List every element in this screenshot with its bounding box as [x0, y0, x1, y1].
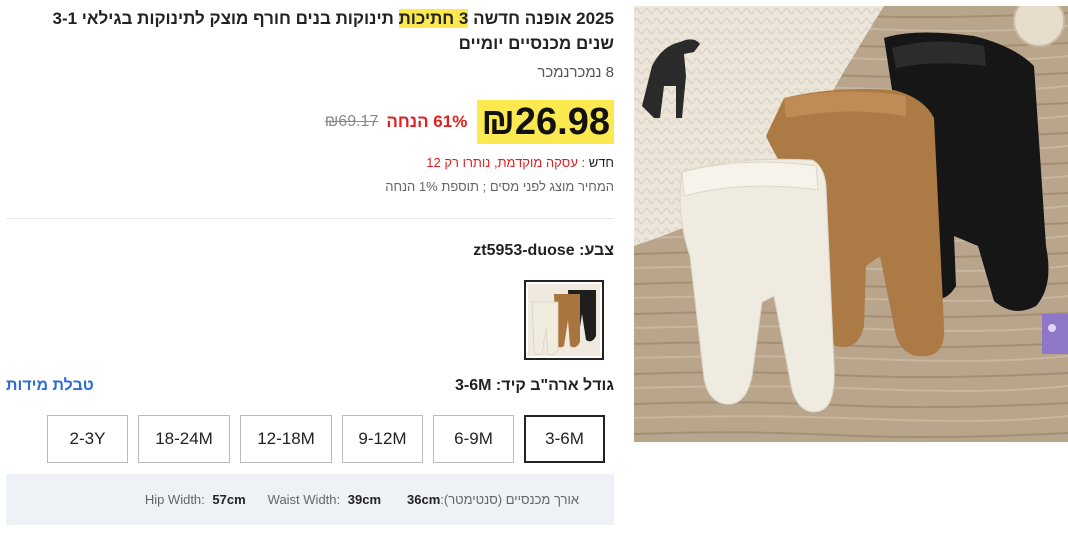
color-swatch[interactable]	[524, 280, 604, 360]
size-option-18-24m[interactable]: 18-24M	[138, 415, 230, 463]
hip-value: 57cm	[212, 492, 246, 507]
pants-thumbnail-icon	[528, 284, 600, 356]
product-title: 2025 אופנה חדשה 3 חתיכות תינוקות בנים חו…	[14, 6, 614, 56]
size-option-6-9m[interactable]: 6-9M	[433, 415, 514, 463]
promo-line: חדש : עסקה מוקדמת, נותרו רק 12	[426, 155, 614, 170]
length-value: 36cm	[407, 492, 441, 507]
product-image	[634, 6, 1068, 442]
current-price: ₪26.98	[477, 100, 614, 144]
hip-label: Hip Width:	[144, 492, 205, 507]
pants-length: אורך מכנסיים (סנטימטר):36cm	[403, 492, 579, 507]
waist-label: Waist Width:	[267, 492, 341, 507]
waist-value: 39cm	[347, 492, 382, 507]
title-part1: 2025 אופנה חדשה	[468, 9, 614, 28]
title-highlight: 3 חתיכות	[398, 9, 469, 28]
size-option-3-6m[interactable]: 3-6M	[524, 415, 605, 463]
original-price: ₪69.17	[324, 113, 379, 130]
tax-note: המחיר מוצג לפני מסים ; תוספת 1% הנחה	[385, 179, 614, 194]
price-row: ₪26.98 61% הנחה ₪69.17	[325, 100, 614, 144]
measurements-bar: Hip Width: 57cm Waist Width: 39cm אורך מ…	[6, 474, 614, 525]
promo-separator: :	[577, 155, 589, 170]
size-option-2-3y[interactable]: 2-3Y	[47, 415, 128, 463]
promo-tag: חדש	[588, 155, 614, 170]
size-label: גודל ארה"ב קיד: 3-6M	[455, 377, 614, 394]
size-options: 3-6M 6-9M 9-12M 12-18M 18-24M 2-3Y	[15, 415, 605, 463]
product-photo[interactable]	[634, 6, 1068, 442]
size-option-12-18m[interactable]: 12-18M	[240, 415, 332, 463]
hip-width: Hip Width: 57cm	[145, 492, 246, 507]
divider	[6, 218, 614, 219]
waist-width: Waist Width: 39cm	[268, 492, 381, 507]
color-label: צבע: zt5953-duose	[473, 242, 614, 259]
sold-count: 8 נמכרנמכר	[537, 64, 614, 81]
length-label: אורך מכנסיים (סנטימטר):	[440, 492, 579, 507]
size-chart-link[interactable]: טבלת מידות	[6, 377, 94, 395]
discount-badge: 61% הנחה	[386, 112, 468, 131]
promo-text: עסקה מוקדמת, נותרו רק 12	[426, 155, 578, 170]
product-info-panel: 2025 אופנה חדשה 3 חתיכות תינוקות בנים חו…	[6, 0, 614, 538]
size-option-9-12m[interactable]: 9-12M	[342, 415, 423, 463]
swatch-thumbnail	[528, 284, 600, 356]
